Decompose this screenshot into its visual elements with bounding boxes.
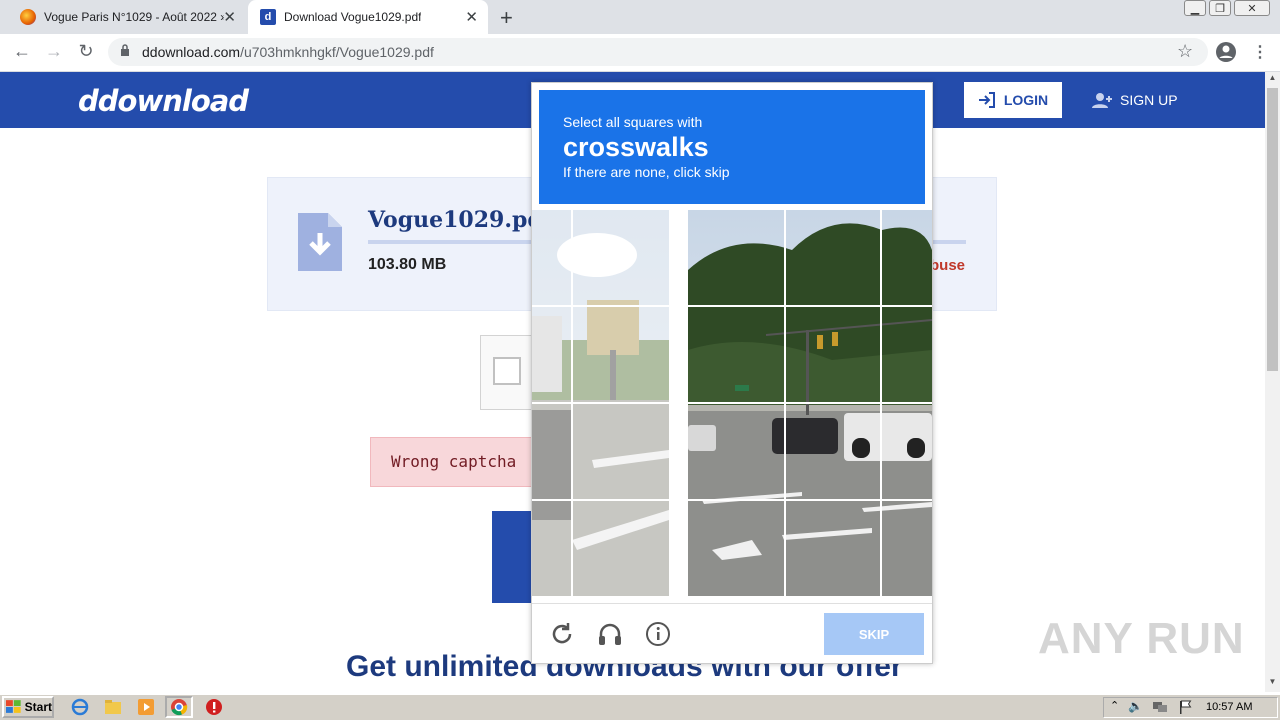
firefox-favicon-icon <box>20 9 36 25</box>
flag-icon[interactable] <box>1178 700 1192 714</box>
scrollbar-thumb[interactable] <box>1267 88 1278 371</box>
close-tab-icon[interactable]: ✕ <box>465 8 478 26</box>
forward-arrow-icon[interactable]: → <box>42 41 66 62</box>
clock: 10:57 AM <box>1206 701 1253 713</box>
tab-download-vogue[interactable]: d Download Vogue1029.pdf ✕ <box>248 0 488 34</box>
skip-button[interactable]: SKIP <box>824 613 924 655</box>
windows-logo-icon <box>6 700 21 713</box>
report-abuse-link[interactable]: buse <box>930 257 965 274</box>
restore-button[interactable]: ❐ <box>1209 0 1231 16</box>
close-tab-icon[interactable]: ✕ <box>223 8 236 26</box>
media-player-icon[interactable] <box>137 698 155 716</box>
profile-avatar-icon[interactable] <box>1215 41 1237 63</box>
new-tab-button[interactable]: + <box>500 5 513 31</box>
folder-icon[interactable] <box>104 698 122 716</box>
tab-title: Download Vogue1029.pdf <box>284 10 422 24</box>
error-alert: Wrong captcha <box>370 437 550 487</box>
add-user-icon <box>1092 93 1112 108</box>
bookmark-star-icon[interactable]: ☆ <box>1177 41 1193 62</box>
info-icon[interactable] <box>645 621 671 647</box>
captcha-target-word: crosswalks <box>563 132 709 162</box>
tab-vogue-paris[interactable]: Vogue Paris N°1029 - Août 2022 » Té ✕ <box>8 0 246 34</box>
recaptcha-checkbox[interactable] <box>493 357 521 385</box>
signup-label: SIGN UP <box>1120 92 1178 108</box>
back-arrow-icon[interactable]: ← <box>10 41 34 62</box>
start-button[interactable]: Start <box>2 696 54 718</box>
reload-icon[interactable]: ↻ <box>74 41 98 62</box>
close-window-button[interactable]: ✕ <box>1234 0 1270 16</box>
volume-icon[interactable]: 🔈 <box>1128 699 1143 713</box>
file-size: 103.80 MB <box>368 256 447 273</box>
file-download-icon <box>298 213 342 271</box>
signup-button[interactable]: SIGN UP <box>1092 82 1178 118</box>
url-path: /u703hmknhgkf/Vogue1029.pdf <box>240 44 434 60</box>
ddownload-logo[interactable]: ddownload <box>78 84 249 118</box>
captcha-image-grid[interactable] <box>532 210 932 596</box>
ddownload-favicon-icon: d <box>260 9 276 25</box>
menu-kebab-icon[interactable]: ⋮ <box>1252 42 1268 62</box>
lock-icon <box>121 44 129 56</box>
file-name: Vogue1029.pdf <box>368 207 553 233</box>
reload-icon[interactable] <box>549 621 575 647</box>
street-scene-image <box>532 210 932 596</box>
network-icon[interactable] <box>1152 700 1168 714</box>
scroll-down-arrow-icon[interactable]: ▼ <box>1265 677 1280 691</box>
login-button[interactable]: LOGIN <box>964 82 1062 118</box>
alert-stop-icon[interactable] <box>205 698 223 716</box>
tab-title: Vogue Paris N°1029 - Août 2022 » Té <box>44 10 224 24</box>
minimize-button[interactable]: ▁ <box>1184 0 1206 16</box>
internet-explorer-icon[interactable] <box>71 698 89 716</box>
url-text[interactable]: ddownload.com/u703hmknhgkf/Vogue1029.pdf <box>142 44 434 60</box>
tray-expand-icon[interactable]: ⌃ <box>1110 699 1119 712</box>
captcha-instruction-line: Select all squares with <box>563 114 703 130</box>
chrome-icon <box>171 699 188 716</box>
captcha-skip-hint: If there are none, click skip <box>563 164 730 180</box>
audio-headphones-icon[interactable] <box>597 621 623 647</box>
login-icon <box>978 92 995 108</box>
scroll-up-arrow-icon[interactable]: ▲ <box>1265 73 1280 87</box>
url-host: ddownload.com <box>142 44 241 60</box>
login-label: LOGIN <box>1003 92 1049 108</box>
anyrun-watermark: ANY RUN <box>1038 614 1245 663</box>
start-label: Start <box>24 700 52 714</box>
